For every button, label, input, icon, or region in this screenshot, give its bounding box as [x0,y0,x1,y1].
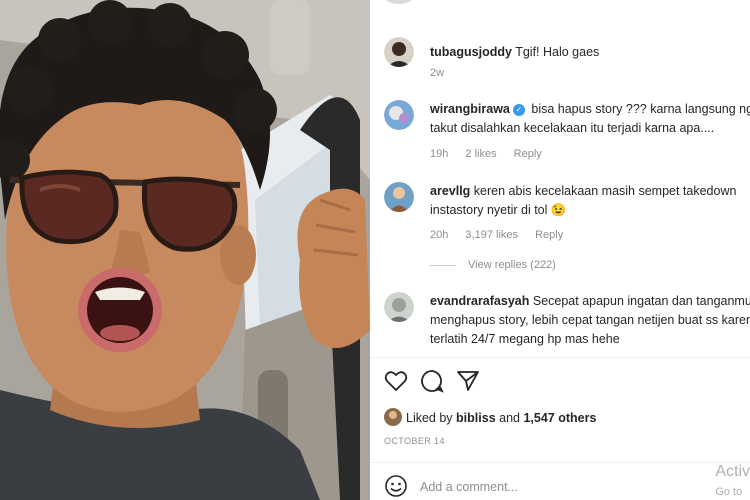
heart-icon[interactable] [384,369,408,393]
view-replies-button[interactable]: View replies (222) [430,259,556,271]
comment-likes[interactable]: 3,197 likes [465,229,518,241]
comment-username[interactable]: evandrarafasyah [430,294,529,308]
avatar[interactable] [384,100,414,130]
comment-text: terlatih 24/7 megang hp mas hehe [430,332,620,346]
selfie-image [0,0,370,500]
avatar[interactable] [384,182,414,212]
liked-by-prefix: Liked by [406,411,453,425]
avatar[interactable] [384,37,414,67]
comment-icon[interactable] [420,369,444,393]
post-date: OCTOBER 14 [384,436,445,446]
comment-text: bisa hapus story ??? karna langsung nge [531,102,750,116]
avatar [384,408,402,426]
avatar [384,0,414,4]
comment-time: 2w [430,67,445,79]
comments-panel: tubagusjoddy Tgif! Halo gaes 2w wirangbi… [370,0,750,500]
comment-text: Tgif! Halo gaes [515,45,600,59]
comment-username[interactable]: tubagusjoddy [430,45,512,59]
likes-summary: Liked by bibliss and 1,547 others [384,408,596,426]
view-replies-label: View replies (222) [468,259,556,271]
liked-by-others[interactable]: 1,547 others [523,411,596,425]
comment-text: keren abis kecelakaan masih sempet taked… [473,184,737,198]
emoji-icon[interactable] [384,474,408,498]
comment-time: 20h [430,229,449,241]
divider [430,264,456,266]
verified-icon: ✓ [512,104,525,116]
avatar[interactable] [384,292,414,322]
comment-text: instastory nyetir di tol 😉 [430,203,567,217]
reply-button[interactable]: Reply [535,229,563,241]
add-comment-input[interactable]: Add a comment... [420,480,518,494]
liked-by-user[interactable]: bibliss [456,411,496,425]
comment-username[interactable]: wirangbirawa [430,102,510,116]
comment-username[interactable]: arevllg [430,184,470,198]
comment-text: Secepat apapun ingatan dan tanganmu [532,294,750,308]
share-icon[interactable] [456,369,480,393]
comment-likes[interactable]: 2 likes [465,148,496,160]
comment-time: 19h [430,148,449,160]
activation-watermark: Activ Go to [715,462,750,500]
divider [370,357,750,358]
watermark-line1: Activ [715,463,750,480]
reply-button[interactable]: Reply [514,148,542,160]
post-photo [0,0,370,500]
divider [370,462,750,463]
liked-by-joiner: and [499,411,520,425]
watermark-line2: Go to [715,486,743,498]
comment-text: takut disalahkan kecelakaan itu terjadi … [430,121,715,135]
comment-text: menghapus story, lebih cepat tangan neti… [430,313,750,327]
